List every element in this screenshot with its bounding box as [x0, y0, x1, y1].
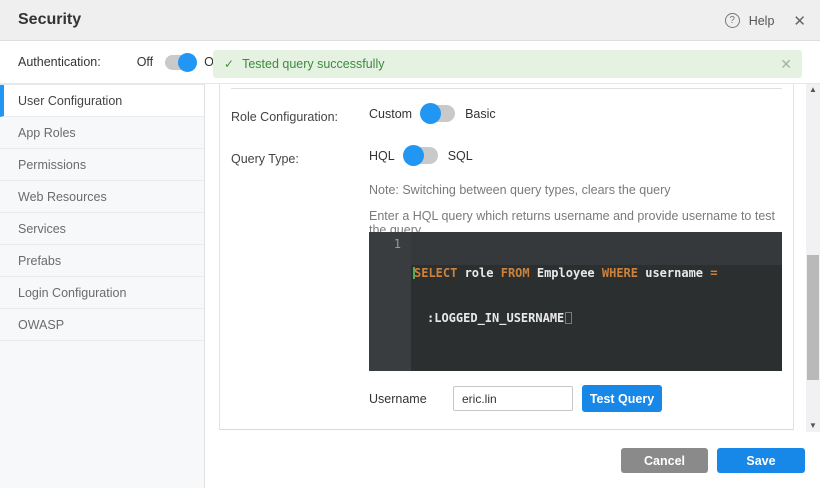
code-token: SELECT	[414, 266, 457, 280]
code-token: username	[638, 266, 710, 280]
role-configuration-control: Custom Basic	[369, 105, 496, 122]
username-input[interactable]	[453, 386, 573, 411]
content-pane: Role Configuration: Custom Basic Query T…	[219, 84, 794, 430]
custom-option-label: Custom	[369, 107, 412, 121]
save-button[interactable]: Save	[717, 448, 805, 473]
test-query-button[interactable]: Test Query	[582, 385, 662, 412]
username-label: Username	[369, 392, 427, 406]
banner-close-icon[interactable]: ✕	[780, 56, 792, 73]
code-token: WHERE	[602, 266, 638, 280]
query-code: SELECT role FROM Employee WHERE username…	[413, 236, 778, 356]
sidebar-item-web-resources[interactable]: Web Resources	[0, 181, 204, 213]
code-token: Employee	[530, 266, 602, 280]
editor-gutter	[369, 232, 411, 371]
query-type-control: HQL SQL	[369, 147, 473, 164]
authentication-label: Authentication:	[18, 55, 101, 69]
title-bar-actions: ? Help ✕	[725, 0, 806, 41]
sidebar-item-permissions[interactable]: Permissions	[0, 149, 204, 181]
scroll-up-icon[interactable]: ▲	[806, 84, 820, 96]
scrollbar-thumb[interactable]	[807, 255, 819, 380]
sidebar-item-prefabs[interactable]: Prefabs	[0, 245, 204, 277]
code-token: =	[710, 266, 717, 280]
hql-option-label: HQL	[369, 149, 395, 163]
code-token: role	[457, 266, 500, 280]
sidebar-item-services[interactable]: Services	[0, 213, 204, 245]
sidebar-item-login-configuration[interactable]: Login Configuration	[0, 277, 204, 309]
query-type-note: Note: Switching between query types, cle…	[369, 183, 671, 197]
toggle-knob	[403, 145, 424, 166]
toggle-knob	[178, 53, 197, 72]
divider	[231, 88, 782, 89]
success-banner: ✓ Tested query successfully ✕	[213, 50, 802, 78]
title-bar: Security ? Help ✕	[0, 0, 820, 41]
code-line-2: :LOGGED_IN_USERNAME	[413, 311, 778, 326]
sql-option-label: SQL	[448, 149, 473, 163]
code-token: :LOGGED_IN_USERNAME	[427, 311, 564, 325]
sidebar-item-app-roles[interactable]: App Roles	[0, 117, 204, 149]
authentication-toggle[interactable]	[165, 55, 195, 70]
basic-option-label: Basic	[465, 107, 496, 121]
query-type-toggle[interactable]	[405, 147, 438, 164]
check-icon: ✓	[224, 57, 234, 71]
role-configuration-label: Role Configuration:	[231, 110, 338, 124]
code-line-1: SELECT role FROM Employee WHERE username…	[413, 266, 778, 281]
close-icon[interactable]: ✕	[793, 12, 806, 30]
authentication-off-label: Off	[137, 55, 153, 69]
scroll-down-icon[interactable]: ▼	[806, 420, 820, 432]
sidebar: User Configuration App Roles Permissions…	[0, 84, 205, 488]
help-icon[interactable]: ?	[725, 13, 740, 28]
sidebar-item-user-configuration[interactable]: User Configuration	[0, 85, 204, 117]
vertical-scrollbar[interactable]: ▲ ▼	[806, 84, 820, 432]
role-configuration-toggle[interactable]	[422, 105, 455, 122]
code-token: FROM	[501, 266, 530, 280]
cancel-button[interactable]: Cancel	[621, 448, 708, 473]
query-code-editor[interactable]: 1 SELECT role FROM Employee WHERE userna…	[369, 232, 782, 371]
banner-message: Tested query successfully	[242, 57, 384, 71]
line-number: 1	[369, 237, 401, 251]
toggle-knob	[420, 103, 441, 124]
query-type-label: Query Type:	[231, 152, 299, 166]
security-dialog: Security ? Help ✕ Authentication: Off On…	[0, 0, 820, 488]
editor-cursor	[565, 312, 572, 324]
sidebar-item-owasp[interactable]: OWASP	[0, 309, 204, 341]
page-title: Security	[18, 11, 81, 29]
help-button[interactable]: Help	[749, 14, 775, 28]
